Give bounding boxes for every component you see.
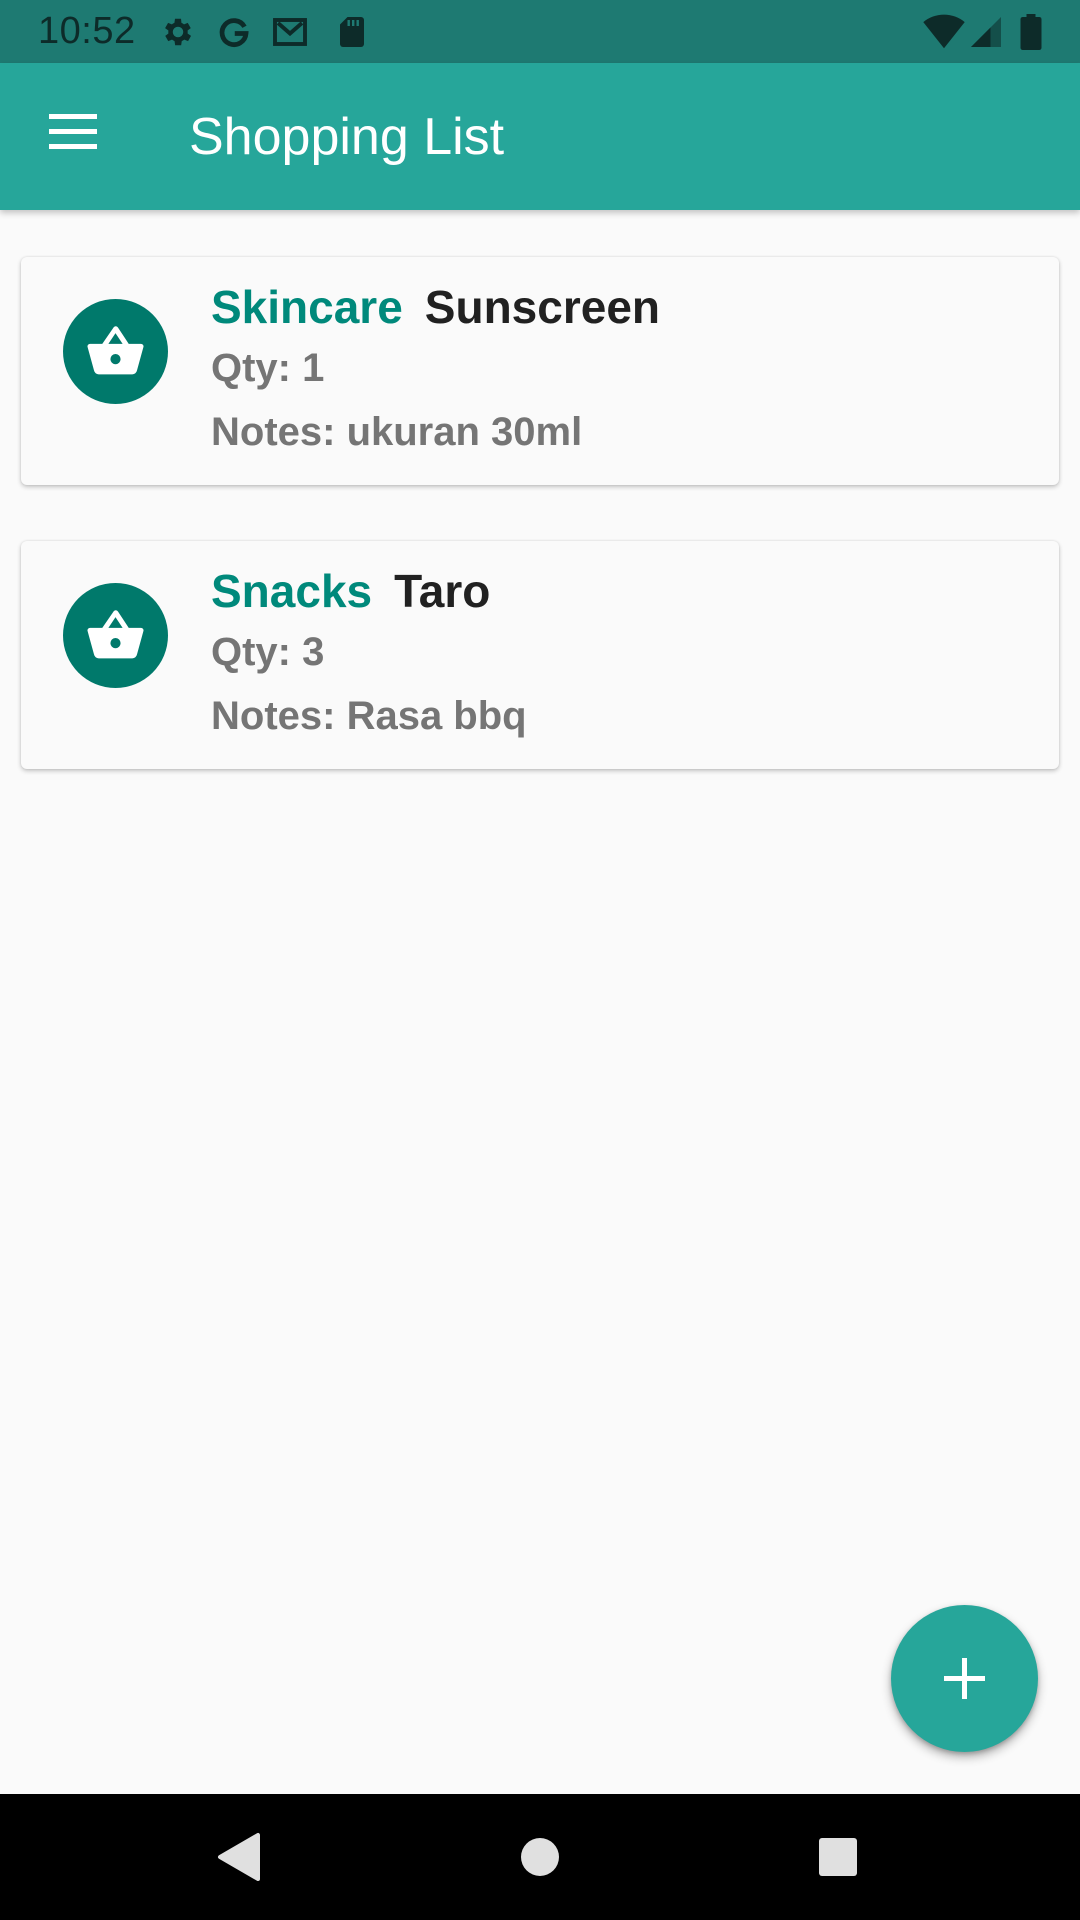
item-name: Sunscreen [424,281,661,333]
item-headline: Skincare Sunscreen [211,279,660,335]
gear-icon [165,18,192,46]
item-name: Taro [394,565,491,617]
sd-card-icon [340,17,364,47]
plus-icon [944,1658,985,1699]
item-notes: Notes: Rasa bbq [211,694,527,738]
home-icon[interactable] [510,1827,570,1887]
list-item[interactable]: Snacks Taro Qty: 3 Notes: Rasa bbq [21,541,1059,769]
menu-icon [49,114,97,149]
item-avatar [63,299,168,404]
item-category: Snacks [211,565,373,617]
back-icon[interactable] [208,1827,268,1887]
item-headline: Snacks Taro [211,563,527,619]
status-bar: 10:52 [0,0,1080,63]
page-title: Shopping List [189,108,505,166]
google-icon [219,18,249,47]
list-item[interactable]: Skincare Sunscreen Qty: 1 Notes: ukuran 3… [21,257,1059,485]
item-notes: Notes: ukuran 30ml [211,410,583,454]
shopping-list-screen: 10:52 Shopping List Skincare Sunscreen Q… [0,0,1080,1920]
item-text: Skincare Sunscreen Qty: 1 Notes: ukuran 3… [211,279,660,457]
app-bar: Shopping List [0,63,1080,210]
item-category: Skincare [211,281,403,333]
menu-button[interactable] [34,93,112,171]
recents-icon[interactable] [808,1827,868,1887]
wifi-icon [923,14,965,49]
battery-icon [1020,14,1042,50]
item-qty: Qty: 1 [211,346,325,390]
basket-icon [87,326,144,375]
basket-icon [87,610,144,659]
cell-signal-icon [971,17,1001,47]
navigation-bar [0,1794,1080,1920]
item-text: Snacks Taro Qty: 3 Notes: Rasa bbq [211,563,527,741]
gmail-icon [273,18,307,46]
item-qty: Qty: 3 [211,630,325,674]
add-item-button[interactable] [891,1605,1038,1752]
status-time: 10:52 [38,10,136,52]
item-avatar [63,583,168,688]
